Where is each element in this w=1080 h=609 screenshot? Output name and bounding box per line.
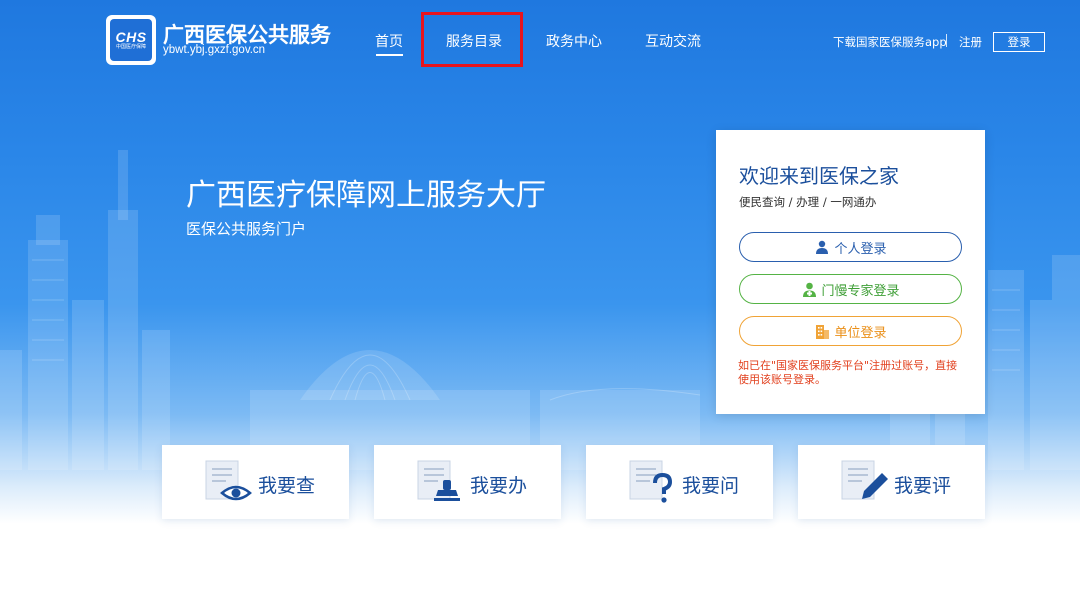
logo-text: CHS [115,28,147,45]
personal-login-label: 个人登录 [834,241,887,257]
login-card-note: 如已在"国家医保服务平台"注册过账号，直接使用该账号登录。 [738,359,958,386]
tile-handle-label: 我要办 [470,475,528,497]
tile-rate[interactable]: 我要评 [798,445,985,519]
annotation-highlight-box [421,12,523,67]
nav-home[interactable]: 首页 [375,31,403,51]
logo-subtext: 中国医疗保障 [115,43,146,50]
unit-login-label: 单位登录 [834,325,887,341]
tile-rate-label: 我要评 [894,475,952,497]
question-document-icon [629,460,673,503]
tile-handle[interactable]: 我要办 [374,445,561,519]
tile-ask[interactable]: 我要问 [586,445,773,519]
nav-interaction[interactable]: 互动交流 [645,31,701,51]
stamp-document-icon [417,460,460,501]
tile-ask-label: 我要问 [682,475,740,497]
top-header: CHS 中国医疗保障 广西医保公共服务 ybwt.ybj.gxzf.gov.cn… [0,0,1080,82]
header-divider [946,34,947,47]
doctor-icon [801,281,817,297]
chs-logo[interactable]: CHS 中国医疗保障 [106,15,156,65]
hero-title: 广西医疗保障网上服务大厅 [186,178,546,213]
expert-login-label: 门慢专家登录 [821,283,900,299]
personal-login-button[interactable]: 个人登录 [739,232,962,262]
person-icon [814,239,830,255]
login-card: 欢迎来到医保之家 便民查询 / 办理 / 一网通办 个人登录 门慢专家登录 单位… [716,130,985,414]
unit-login-button[interactable]: 单位登录 [739,316,962,346]
tile-query[interactable]: 我要查 [162,445,349,519]
header-login-button[interactable]: 登录 [993,32,1045,52]
eye-document-icon [205,460,252,501]
register-link[interactable]: 注册 [959,34,982,50]
logo-emblem: CHS 中国医疗保障 [110,19,152,61]
expert-login-button[interactable]: 门慢专家登录 [739,274,962,304]
building-icon [814,323,830,339]
pen-document-icon [841,460,888,500]
download-app-link[interactable]: 下载国家医保服务app [833,34,947,50]
hero-subtitle: 医保公共服务门户 [186,220,307,238]
login-card-title: 欢迎来到医保之家 [739,164,899,188]
site-domain: ybwt.ybj.gxzf.gov.cn [163,44,266,56]
tile-query-label: 我要查 [258,475,316,497]
nav-gov-center[interactable]: 政务中心 [546,31,602,51]
nav-active-indicator [376,54,403,56]
login-card-subtitle: 便民查询 / 办理 / 一网通办 [739,195,877,209]
